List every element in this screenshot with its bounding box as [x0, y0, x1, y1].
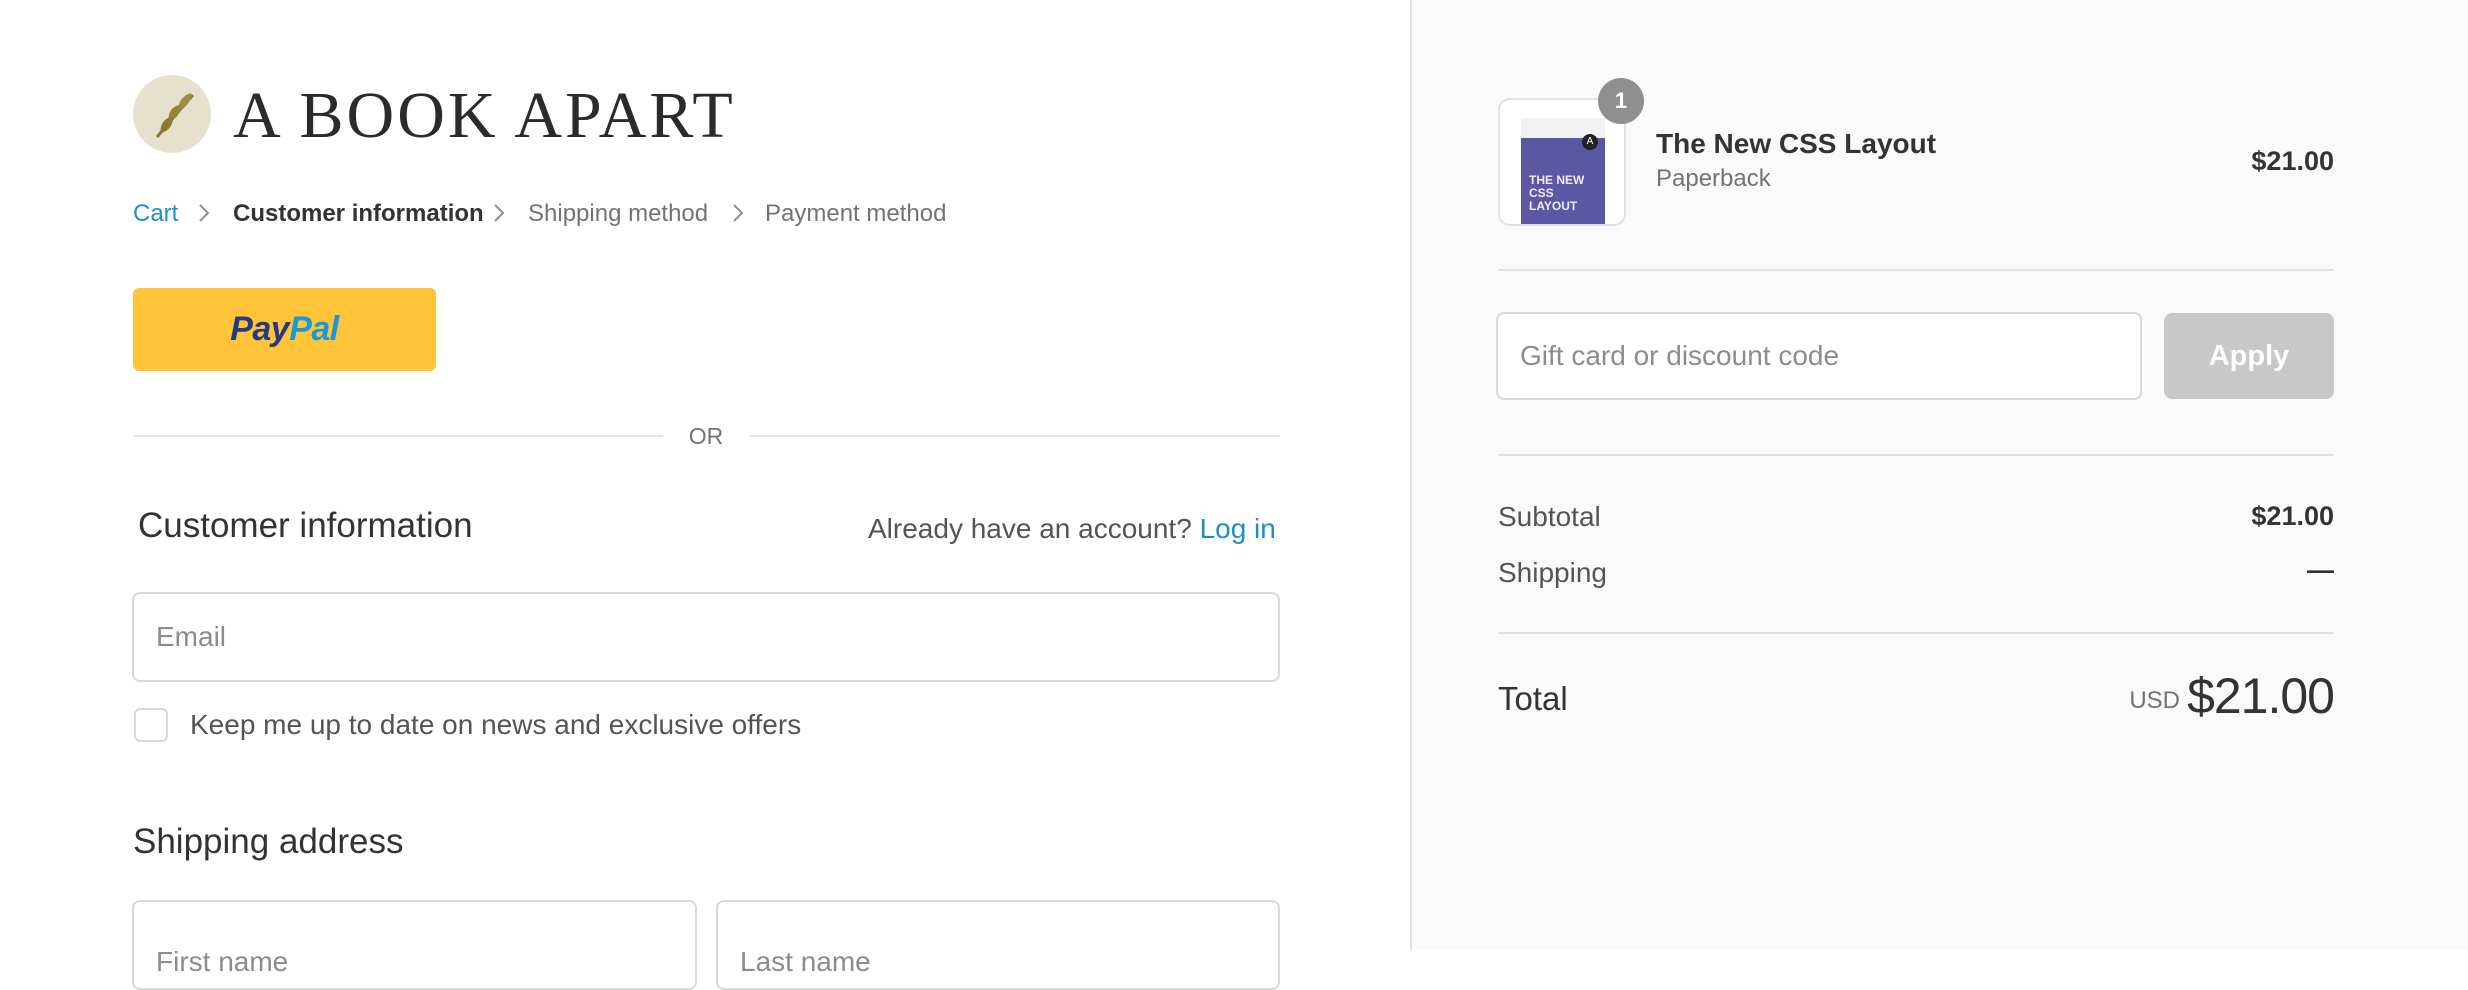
- paypal-logo: PayPal: [230, 310, 339, 348]
- first-name-field[interactable]: [132, 900, 697, 990]
- login-link[interactable]: Log in: [1200, 513, 1276, 544]
- subtotal-value: $21.00: [2251, 501, 2334, 531]
- currency-code: USD: [2129, 687, 2180, 714]
- shipping-address-heading: Shipping address: [133, 822, 404, 861]
- breadcrumb-cart-link[interactable]: Cart: [133, 199, 178, 229]
- paypal-button[interactable]: PayPal: [133, 288, 436, 371]
- subtotal-label: Subtotal: [1498, 501, 1601, 532]
- quantity-badge: 1: [1598, 78, 1644, 124]
- summary-divider: [1498, 632, 2334, 634]
- chevron-right-icon: [494, 204, 505, 222]
- breadcrumb-payment-method: Payment method: [765, 200, 947, 227]
- book-cover-image: A THE NEW CSS LAYOUT: [1521, 118, 1605, 224]
- brand-logo-text[interactable]: A BOOK APART: [233, 80, 736, 152]
- apply-discount-button[interactable]: Apply: [2164, 313, 2334, 399]
- product-name: The New CSS Layout: [1656, 128, 1937, 159]
- product-price: $21.00: [2251, 146, 2334, 176]
- customer-information-heading: Customer information: [138, 506, 473, 545]
- product-variant: Paperback: [1656, 165, 1771, 192]
- chevron-right-icon: [199, 204, 210, 222]
- divider-line-left: [133, 435, 663, 437]
- summary-divider: [1498, 269, 2334, 271]
- total-value: $21.00: [2187, 668, 2335, 724]
- book-cover-title: THE NEW CSS LAYOUT: [1529, 173, 1585, 213]
- logo-leaf-icon: [133, 75, 211, 153]
- last-name-field[interactable]: [716, 900, 1280, 990]
- total-label: Total: [1498, 680, 1568, 717]
- discount-code-input[interactable]: [1496, 312, 2142, 400]
- chevron-right-icon: [733, 204, 744, 222]
- account-prompt: Already have an account? Log in: [868, 513, 1276, 545]
- summary-divider: [1498, 454, 2334, 456]
- breadcrumb-customer-information: Customer information: [233, 200, 484, 227]
- newsletter-checkbox[interactable]: [134, 708, 168, 742]
- shipping-label: Shipping: [1498, 557, 1607, 588]
- breadcrumb-shipping-method: Shipping method: [528, 200, 709, 227]
- account-prompt-text: Already have an account?: [868, 513, 1192, 544]
- shipping-value: —: [2307, 555, 2334, 585]
- or-divider-label: OR: [688, 423, 724, 449]
- book-publisher-icon: A: [1582, 134, 1598, 150]
- divider-line-right: [750, 435, 1280, 437]
- newsletter-label: Keep me up to date on news and exclusive…: [190, 709, 802, 740]
- email-field[interactable]: [132, 592, 1280, 682]
